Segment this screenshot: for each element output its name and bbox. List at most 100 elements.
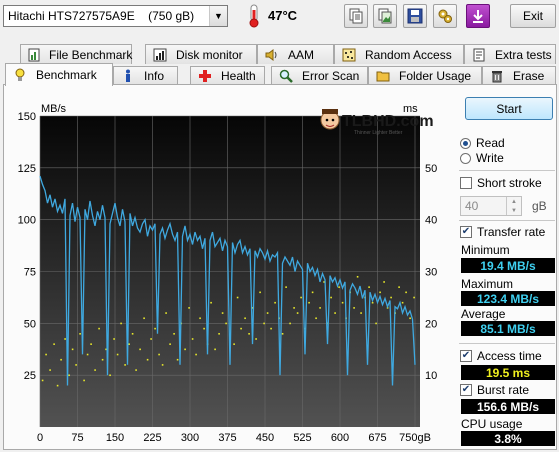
access-time-point [368, 286, 370, 288]
check-icon[interactable]: ✔ [460, 226, 472, 238]
access-time-point [128, 343, 130, 345]
access-time-point [154, 327, 156, 330]
tab-health[interactable]: Health [190, 66, 265, 84]
lightbulb-icon [12, 67, 28, 83]
y2-tick-label: 40 [425, 215, 437, 227]
x-tick-label: 300 [181, 432, 199, 444]
access-time-point [203, 327, 205, 330]
tab-file-benchmark[interactable]: File Benchmark [20, 44, 132, 64]
magnifier-icon [278, 68, 294, 84]
write-radio[interactable]: Write [460, 151, 504, 165]
y-tick-label: 50 [24, 318, 36, 330]
tab-aam[interactable]: AAM [257, 44, 334, 64]
access-time-point [281, 333, 284, 335]
chevron-down-icon[interactable]: ▼ [209, 6, 227, 26]
x-tick-label: 525 [293, 432, 311, 444]
short-stroke-unit: gB [532, 199, 547, 213]
access-time-point [240, 327, 242, 330]
watermark-tagline: Thinner Lighter Better [354, 130, 403, 136]
access-time-point [116, 353, 119, 356]
start-button[interactable]: Start [465, 97, 553, 120]
access-time-point [120, 322, 122, 325]
access-time-point [236, 296, 239, 299]
tab-error-scan[interactable]: Error Scan [271, 66, 368, 84]
drive-select[interactable]: Hitachi HTS727575A9E (750 gB) ▼ [3, 5, 228, 27]
info-icon [120, 68, 136, 84]
y2-tick-label: 10 [425, 370, 437, 382]
access-time-point [296, 312, 299, 314]
tab-info[interactable]: Info [113, 66, 178, 84]
x-tick-label: 450 [256, 432, 274, 444]
file-benchmark-icon [27, 47, 41, 63]
access-time-point [293, 307, 295, 309]
access-time-point [101, 358, 104, 361]
divider [459, 170, 555, 171]
transfer-rate-checkbox[interactable]: ✔ Transfer rate [460, 225, 545, 239]
download-button[interactable] [466, 4, 490, 28]
tab-extra-tests[interactable]: Extra tests [464, 44, 556, 64]
x-tick-label: 75 [71, 432, 83, 444]
access-time-point [113, 338, 115, 340]
access-time-point [248, 333, 250, 335]
short-stroke-checkbox[interactable]: Short stroke [460, 176, 542, 190]
thermometer-icon [249, 4, 259, 28]
short-stroke-spinner[interactable]: 40 ▲ ▼ [460, 196, 522, 216]
disk-monitor-icon [152, 47, 168, 63]
x-tick-label: 225 [143, 432, 161, 444]
access-time-point [195, 353, 197, 356]
maximum-label: Maximum [461, 277, 514, 291]
access-time-point [330, 296, 332, 299]
access-time-point [405, 291, 407, 294]
short-stroke-value[interactable]: 40 [461, 199, 506, 213]
copy-text-icon [349, 8, 363, 24]
access-time-point [371, 301, 374, 304]
exit-button[interactable]: Exit [510, 4, 556, 28]
tab-folder-usage[interactable]: Folder Usage [368, 66, 482, 84]
burst-rate-checkbox[interactable]: ✔ Burst rate [460, 383, 529, 397]
access-time-point [146, 358, 149, 361]
health-cross-icon [197, 68, 213, 84]
access-time-checkbox[interactable]: ✔ Access time [460, 349, 542, 363]
access-time-point [158, 353, 160, 356]
copy-text-button[interactable] [344, 4, 368, 28]
access-time-point [270, 327, 272, 330]
write-radio-dot[interactable] [460, 152, 471, 164]
tab-erase[interactable]: Erase [482, 66, 556, 84]
access-time-point [244, 317, 246, 320]
x-tick-label: 150 [106, 432, 124, 444]
spinner-arrows-icon[interactable]: ▲ ▼ [506, 197, 521, 215]
access-time-point [199, 317, 201, 320]
y2-tick-label: 50 [425, 163, 437, 175]
access-time-point [64, 338, 66, 340]
read-radio-dot[interactable] [460, 137, 471, 149]
access-time-point [300, 296, 302, 299]
cpu-usage-value: 3.8% [461, 431, 555, 446]
access-time-point [71, 348, 74, 351]
x-tick-label: 375 [218, 432, 236, 444]
short-stroke-box[interactable] [460, 177, 472, 189]
copy-image-button[interactable] [373, 4, 397, 28]
read-radio[interactable]: Read [460, 136, 505, 150]
tab-benchmark[interactable]: Benchmark [5, 63, 113, 86]
options-button[interactable] [433, 4, 457, 28]
y-tick-label: 25 [24, 370, 36, 382]
access-time-point [334, 312, 336, 314]
access-time-point [390, 296, 392, 299]
minimum-label: Minimum [461, 243, 510, 257]
check-icon[interactable]: ✔ [460, 384, 472, 396]
trash-icon [489, 68, 505, 84]
benchmark-chart: 0 75 150 225 300 375 450 525 600 675 750gB 25 50 75 10… [18, 103, 438, 444]
x-tick-label: 675 [368, 432, 386, 444]
speaker-icon [264, 47, 280, 63]
tab-disk-monitor[interactable]: Disk monitor [145, 44, 257, 64]
maximum-value: 123.4 MB/s [461, 291, 555, 306]
access-time-point [161, 364, 164, 366]
tab-random-access[interactable]: Random Access [334, 44, 464, 64]
watermark-text: TLBHD.com [342, 113, 434, 130]
y2-tick-label: 20 [425, 318, 437, 330]
save-button[interactable] [403, 4, 427, 28]
y-tick-label: 75 [24, 267, 36, 279]
access-time-point [289, 322, 291, 325]
x-tick-label: 600 [331, 432, 349, 444]
check-icon[interactable]: ✔ [460, 350, 472, 362]
